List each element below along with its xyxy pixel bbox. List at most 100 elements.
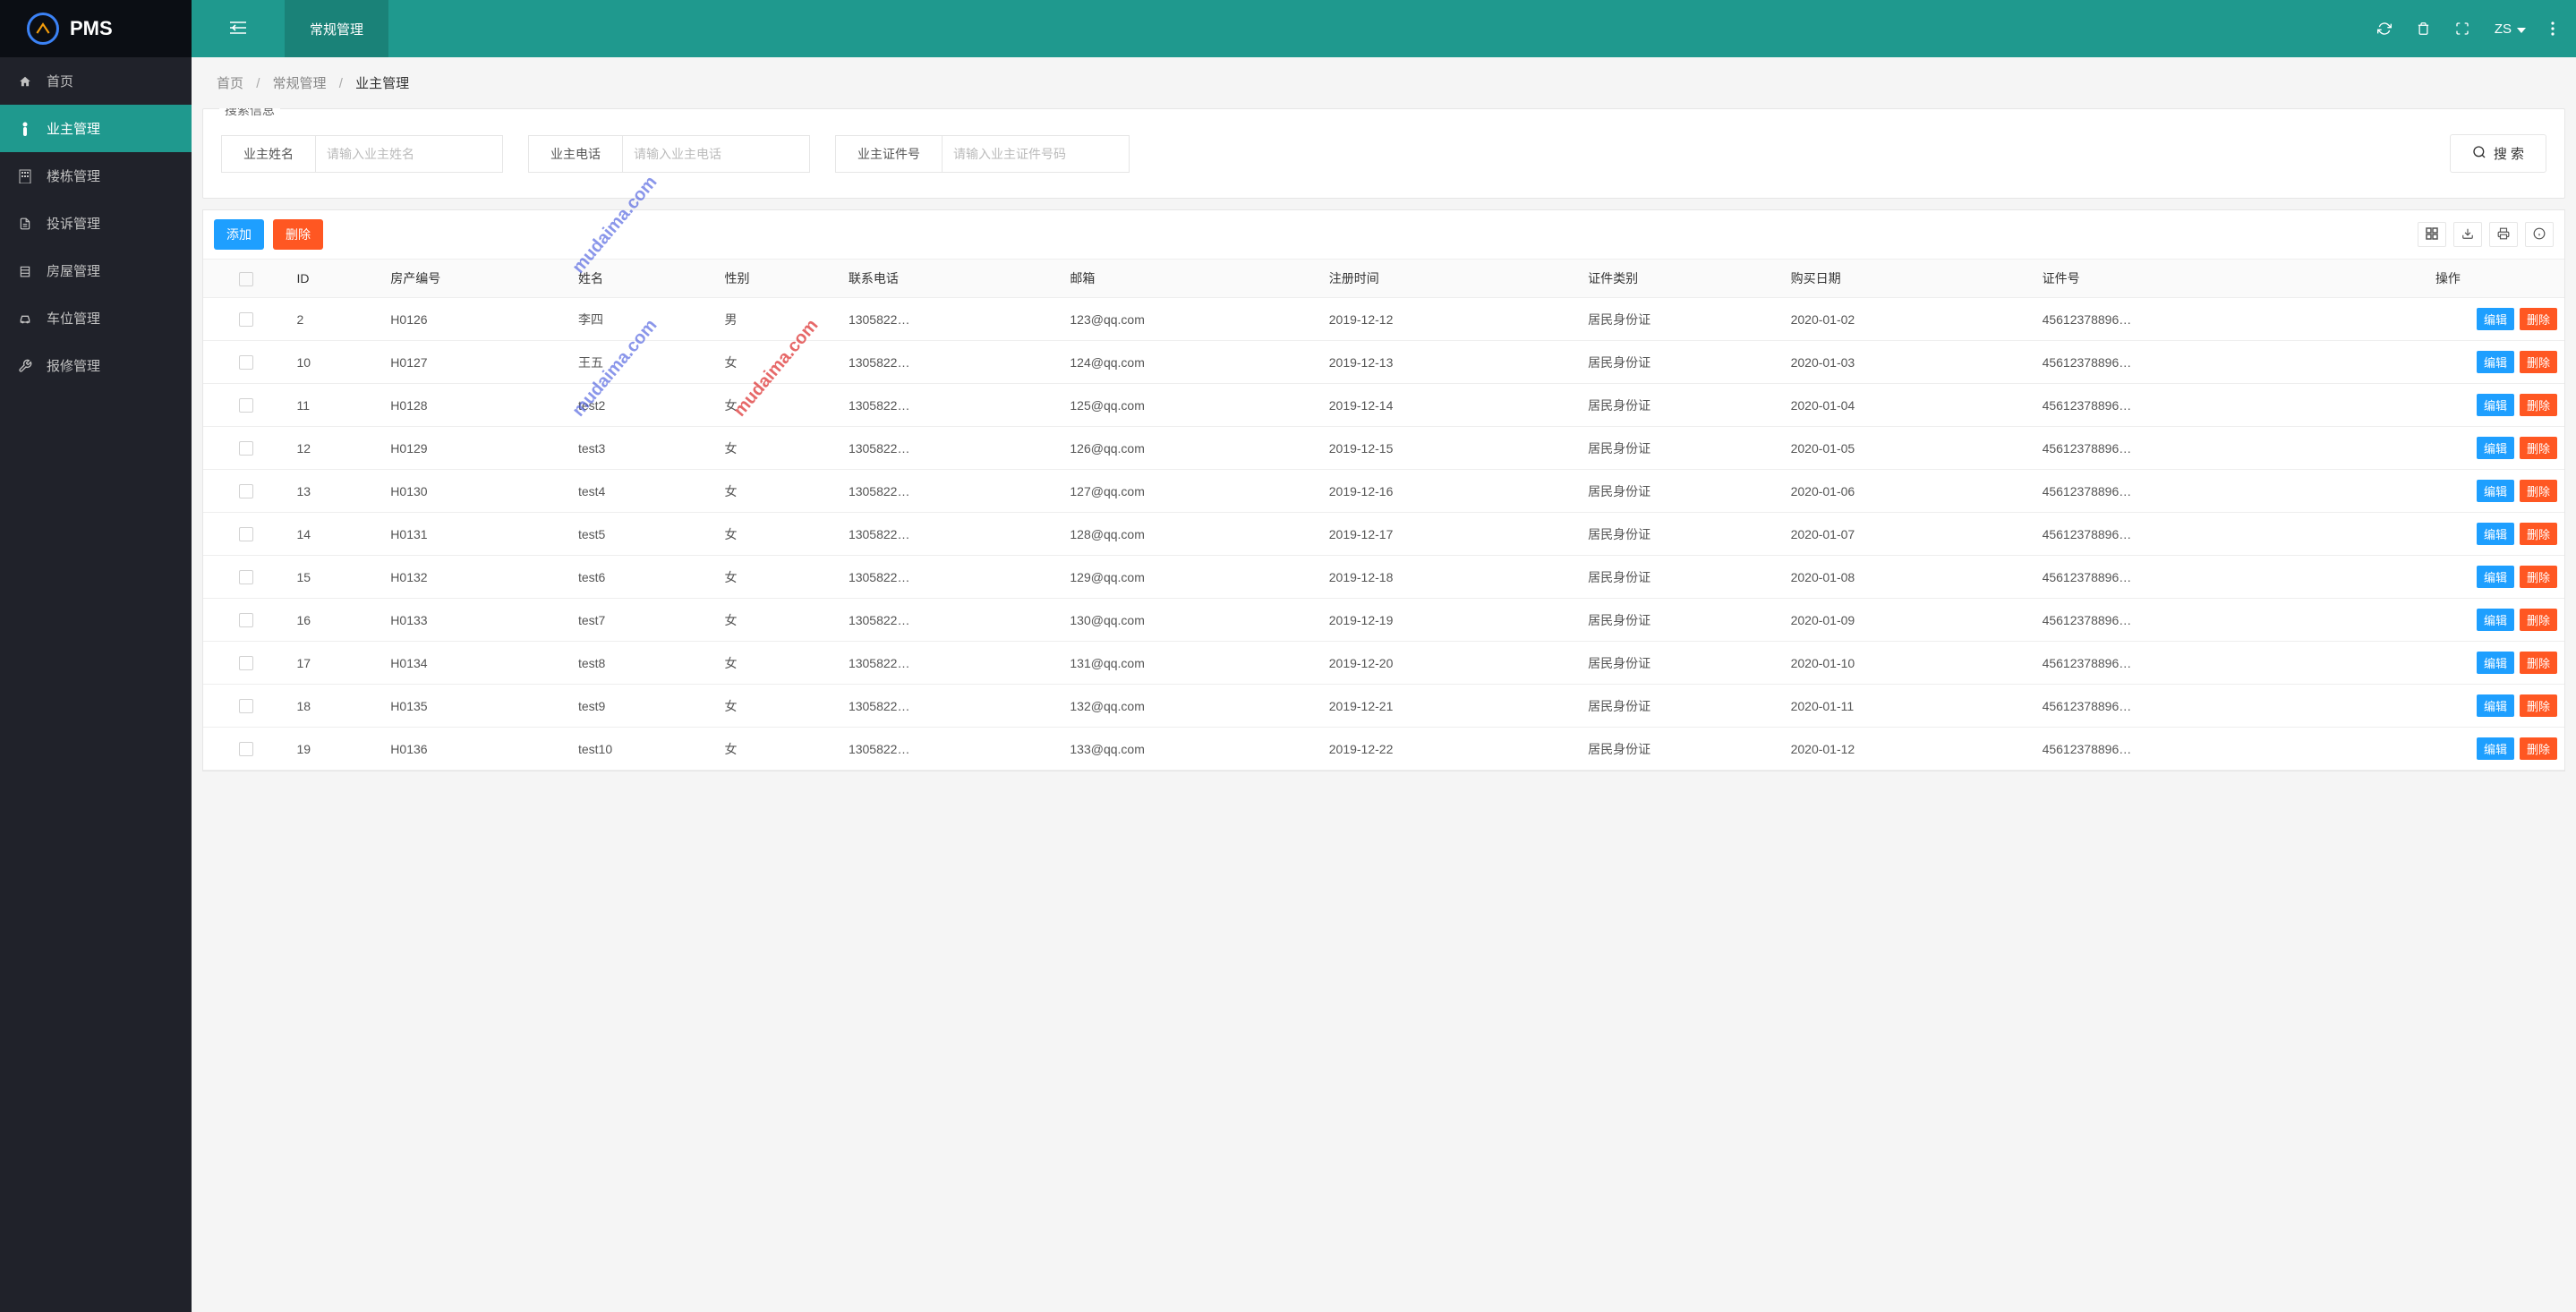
cell-house: H0128	[383, 384, 571, 427]
edit-button[interactable]: 编辑	[2477, 652, 2514, 674]
cell-email: 127@qq.com	[1062, 470, 1321, 513]
col-header-id[interactable]: ID	[289, 260, 383, 298]
row-delete-button[interactable]: 删除	[2520, 652, 2557, 674]
edit-button[interactable]: 编辑	[2477, 351, 2514, 373]
select-all-checkbox[interactable]	[239, 272, 253, 286]
row-checkbox[interactable]	[239, 484, 253, 498]
cell-phone: 1305822…	[841, 427, 1062, 470]
cell-house: H0130	[383, 470, 571, 513]
col-header-gender[interactable]: 性别	[718, 260, 841, 298]
search-input-2[interactable]	[942, 135, 1130, 173]
table-panel: 添加 删除	[202, 209, 2565, 771]
sidebar-toggle-button[interactable]	[192, 0, 285, 57]
print-button[interactable]	[2489, 222, 2518, 247]
sidebar-item-label: 投诉管理	[47, 214, 100, 233]
fullscreen-button[interactable]	[2455, 21, 2469, 36]
sidebar-item-4[interactable]: 房屋管理	[0, 247, 192, 294]
row-delete-button[interactable]: 删除	[2520, 308, 2557, 330]
row-checkbox[interactable]	[239, 312, 253, 327]
cell-name: test4	[571, 470, 718, 513]
row-checkbox[interactable]	[239, 355, 253, 370]
edit-button[interactable]: 编辑	[2477, 694, 2514, 717]
row-delete-button[interactable]: 删除	[2520, 694, 2557, 717]
sidebar-item-label: 楼栋管理	[47, 166, 100, 185]
edit-button[interactable]: 编辑	[2477, 523, 2514, 545]
logo-area: PMS	[0, 0, 192, 57]
cell-reg: 2019-12-20	[1322, 642, 1581, 685]
sidebar-item-1[interactable]: 业主管理	[0, 105, 192, 152]
edit-button[interactable]: 编辑	[2477, 437, 2514, 459]
export-button[interactable]	[2453, 222, 2482, 247]
edit-button[interactable]: 编辑	[2477, 394, 2514, 416]
edit-button[interactable]: 编辑	[2477, 480, 2514, 502]
breadcrumb-home[interactable]: 首页	[217, 76, 243, 91]
user-menu[interactable]: ZS	[2495, 21, 2526, 37]
cell-phone: 1305822…	[841, 470, 1062, 513]
row-delete-button[interactable]: 删除	[2520, 609, 2557, 631]
row-delete-button[interactable]: 删除	[2520, 737, 2557, 760]
logo-icon	[27, 13, 59, 45]
row-checkbox[interactable]	[239, 441, 253, 456]
info-button[interactable]	[2525, 222, 2554, 247]
sidebar-item-0[interactable]: 首页	[0, 57, 192, 105]
col-header-idno[interactable]: 证件号	[2035, 260, 2332, 298]
col-header-idtype[interactable]: 证件类别	[1581, 260, 1783, 298]
row-delete-button[interactable]: 删除	[2520, 523, 2557, 545]
cell-phone: 1305822…	[841, 556, 1062, 599]
search-label: 业主证件号	[835, 135, 942, 173]
sidebar-item-label: 车位管理	[47, 309, 100, 328]
cell-house: H0136	[383, 728, 571, 771]
row-delete-button[interactable]: 删除	[2520, 437, 2557, 459]
search-field-2: 业主证件号	[835, 135, 1130, 173]
row-checkbox[interactable]	[239, 699, 253, 713]
header-tab-active[interactable]: 常规管理	[285, 0, 388, 57]
breadcrumb-section[interactable]: 常规管理	[273, 76, 327, 91]
sidebar-item-5[interactable]: 车位管理	[0, 294, 192, 342]
row-delete-button[interactable]: 删除	[2520, 351, 2557, 373]
row-checkbox[interactable]	[239, 656, 253, 670]
edit-button[interactable]: 编辑	[2477, 566, 2514, 588]
delete-button[interactable]	[2417, 21, 2430, 36]
row-delete-button[interactable]: 删除	[2520, 394, 2557, 416]
table-row: 10 H0127 王五 女 1305822… 124@qq.com 2019-1…	[203, 341, 2564, 384]
row-checkbox[interactable]	[239, 613, 253, 627]
add-button[interactable]: 添加	[214, 219, 264, 250]
menu-collapse-icon	[230, 21, 246, 37]
search-button[interactable]: 搜 索	[2450, 134, 2546, 173]
cell-reg: 2019-12-21	[1322, 685, 1581, 728]
cell-name: test5	[571, 513, 718, 556]
search-input-0[interactable]	[315, 135, 503, 173]
row-checkbox[interactable]	[239, 742, 253, 756]
col-header-phone[interactable]: 联系电话	[841, 260, 1062, 298]
row-delete-button[interactable]: 删除	[2520, 480, 2557, 502]
more-button[interactable]	[2551, 21, 2555, 36]
row-checkbox[interactable]	[239, 570, 253, 584]
cell-id: 16	[289, 599, 383, 642]
edit-button[interactable]: 编辑	[2477, 308, 2514, 330]
cell-email: 132@qq.com	[1062, 685, 1321, 728]
row-delete-button[interactable]: 删除	[2520, 566, 2557, 588]
row-checkbox[interactable]	[239, 398, 253, 413]
row-checkbox[interactable]	[239, 527, 253, 541]
cell-email: 130@qq.com	[1062, 599, 1321, 642]
cell-email: 125@qq.com	[1062, 384, 1321, 427]
cell-idtype: 居民身份证	[1581, 556, 1783, 599]
col-header-email[interactable]: 邮箱	[1062, 260, 1321, 298]
col-header-reg[interactable]: 注册时间	[1322, 260, 1581, 298]
search-input-1[interactable]	[622, 135, 810, 173]
sidebar-item-2[interactable]: 楼栋管理	[0, 152, 192, 200]
columns-button[interactable]	[2418, 222, 2446, 247]
edit-button[interactable]: 编辑	[2477, 609, 2514, 631]
col-header-house[interactable]: 房产编号	[383, 260, 571, 298]
col-header-name[interactable]: 姓名	[571, 260, 718, 298]
edit-button[interactable]: 编辑	[2477, 737, 2514, 760]
batch-delete-button[interactable]: 删除	[273, 219, 323, 250]
search-panel-title: 搜索信息	[219, 108, 280, 119]
info-icon	[2533, 227, 2546, 243]
refresh-button[interactable]	[2377, 21, 2392, 36]
sidebar-item-6[interactable]: 报修管理	[0, 342, 192, 389]
col-header-buy[interactable]: 购买日期	[1784, 260, 2035, 298]
cell-gender: 女	[718, 728, 841, 771]
cell-gender: 女	[718, 427, 841, 470]
sidebar-item-3[interactable]: 投诉管理	[0, 200, 192, 247]
